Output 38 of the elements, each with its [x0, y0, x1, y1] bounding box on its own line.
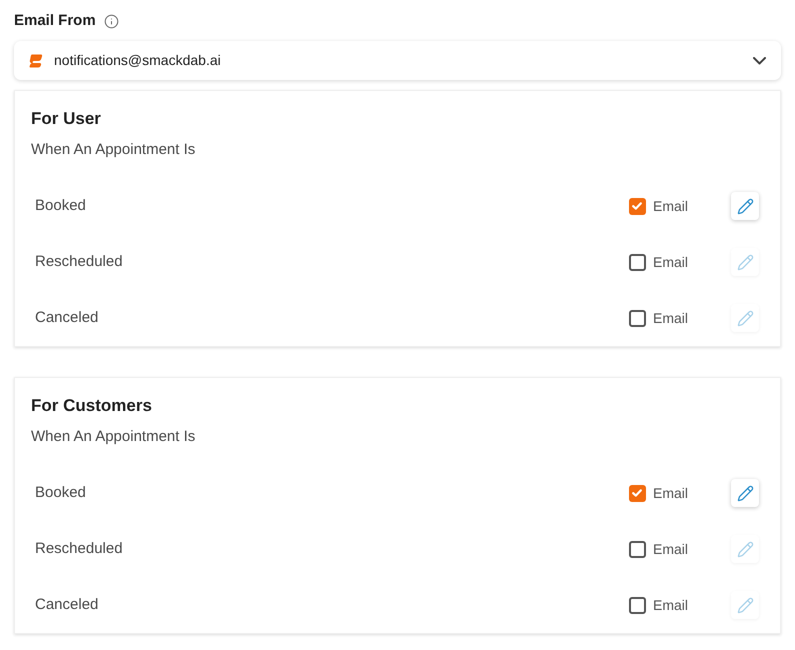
- checkbox-label: Email: [652, 252, 688, 272]
- pencil-icon: [736, 540, 754, 558]
- event-label: Rescheduled: [35, 252, 123, 272]
- email-checkbox[interactable]: [628, 310, 646, 326]
- field-label: Email From: [14, 10, 96, 31]
- sender-email: notifications@smackdab.ai: [54, 51, 221, 70]
- event-label: Canceled: [35, 308, 98, 328]
- check-icon: [632, 202, 642, 210]
- sender-dropdown[interactable]: notifications@smackdab.ai: [14, 41, 781, 80]
- email-checkbox[interactable]: [628, 254, 646, 270]
- card-title: For User: [31, 109, 101, 128]
- checkbox-label: Email: [652, 196, 688, 216]
- checkbox-label: Email: [652, 596, 688, 614]
- pencil-icon: [736, 198, 754, 214]
- card-title: For Customers: [31, 396, 152, 415]
- card-subtitle: When An Appointment Is: [31, 141, 196, 158]
- pencil-icon: [736, 310, 754, 326]
- event-label: Rescheduled: [35, 538, 123, 559]
- event-label: Canceled: [35, 594, 98, 615]
- card-subtitle: When An Appointment Is: [31, 428, 196, 445]
- email-checkbox[interactable]: [628, 484, 646, 502]
- logo-icon: [29, 54, 43, 68]
- event-label: Booked: [35, 482, 86, 503]
- email-checkbox[interactable]: [628, 596, 646, 614]
- email-checkbox[interactable]: [628, 198, 646, 214]
- checkbox-label: Email: [652, 540, 688, 558]
- chevron-down-icon: [753, 56, 766, 64]
- edit-button[interactable]: [731, 192, 759, 220]
- pencil-icon: [736, 254, 754, 270]
- checkbox-label: Email: [652, 484, 688, 502]
- check-icon: [632, 489, 642, 497]
- edit-button[interactable]: [731, 479, 759, 507]
- pencil-icon: [736, 596, 754, 614]
- checkbox-label: Email: [652, 308, 688, 328]
- event-label: Booked: [35, 196, 86, 216]
- email-checkbox[interactable]: [628, 540, 646, 558]
- pencil-icon: [736, 484, 754, 502]
- info-icon[interactable]: [104, 14, 119, 28]
